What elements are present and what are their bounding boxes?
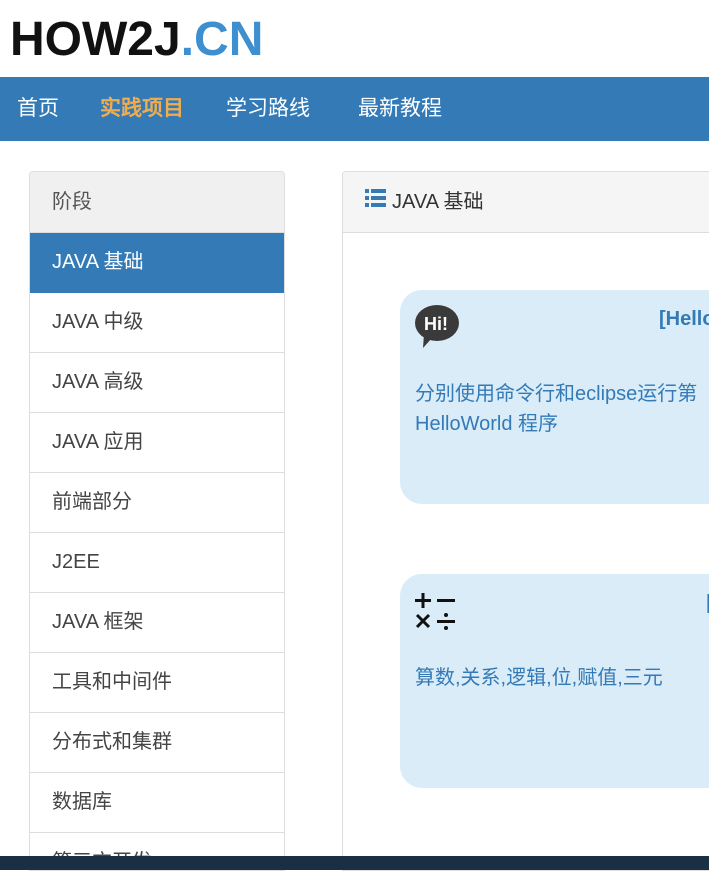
hi-speech-bubble-icon: Hi! [414, 304, 462, 355]
svg-text:Hi!: Hi! [424, 314, 448, 334]
list-icon [365, 172, 386, 231]
sidebar-item-distributed-cluster[interactable]: 分布式和集群 [30, 713, 284, 773]
stage-sidebar: 阶段 JAVA 基础 JAVA 中级 JAVA 高级 JAVA 应用 前端部分 … [29, 171, 285, 871]
card-title[interactable]: [Hello [659, 308, 709, 331]
sidebar-item-frontend[interactable]: 前端部分 [30, 473, 284, 533]
content-panel: JAVA 基础 Hi! [Hello 分别使用命令行和eclipse运行第 Hel… [342, 171, 709, 871]
lesson-card-helloworld[interactable]: Hi! [Hello 分别使用命令行和eclipse运行第 HelloWorld … [400, 290, 709, 504]
os-taskbar [0, 856, 709, 870]
sidebar-item-tools-middleware[interactable]: 工具和中间件 [30, 653, 284, 713]
panel-title: JAVA 基础 [392, 191, 484, 213]
nav-item-home[interactable]: 首页 [17, 77, 59, 141]
site-logo[interactable]: HOW2J.CN [10, 14, 263, 66]
sidebar-item-java-applications[interactable]: JAVA 应用 [30, 413, 284, 473]
sidebar-item-java-intermediate[interactable]: JAVA 中级 [30, 293, 284, 353]
card-description-line2: HelloWorld 程序 [415, 413, 558, 435]
card-description: 分别使用命令行和eclipse运行第 HelloWorld 程序 [415, 379, 709, 439]
main-navbar: 首页 实践项目 学习路线 最新教程 [0, 77, 709, 141]
sidebar-heading: 阶段 [30, 172, 284, 233]
math-operators-icon [415, 591, 457, 636]
card-description: 算数,关系,逻辑,位,赋值,三元 [415, 667, 663, 689]
sidebar-item-database[interactable]: 数据库 [30, 773, 284, 833]
card-description-line1: 分别使用命令行和eclipse运行第 [415, 383, 698, 405]
nav-item-projects[interactable]: 实践项目 [100, 77, 184, 141]
nav-item-latest-tutorials[interactable]: 最新教程 [358, 77, 442, 141]
logo-text-main: HOW2J [10, 13, 181, 66]
sidebar-item-java-advanced[interactable]: JAVA 高级 [30, 353, 284, 413]
sidebar-item-java-basics[interactable]: JAVA 基础 [30, 233, 284, 293]
logo-text-domain: .CN [180, 13, 264, 66]
sidebar-item-j2ee[interactable]: J2EE [30, 533, 284, 593]
lesson-card-operators[interactable]: [ 算数,关系,逻辑,位,赋值,三元 [400, 574, 709, 788]
sidebar-item-java-frameworks[interactable]: JAVA 框架 [30, 593, 284, 653]
panel-header: JAVA 基础 [343, 172, 709, 233]
nav-item-roadmap[interactable]: 学习路线 [226, 77, 310, 141]
